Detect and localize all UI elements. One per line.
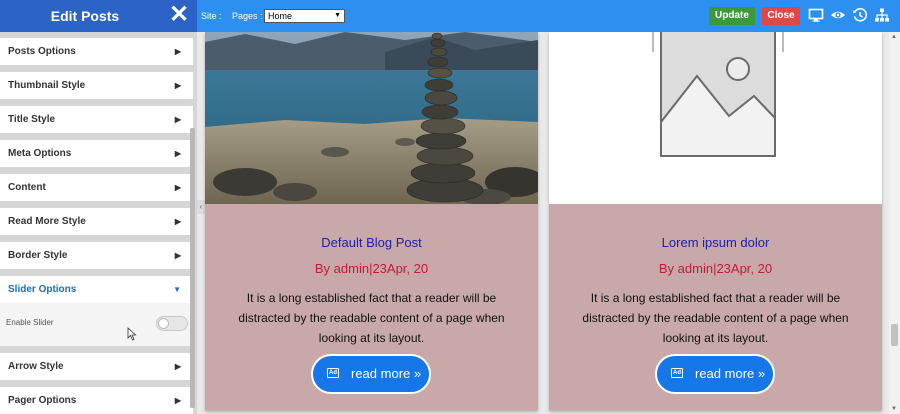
sidebar-item-label: Thumbnail Style [8,80,86,91]
mouse-cursor-icon [127,327,137,341]
sidebar-item-label: Content [8,182,46,193]
sidebar-item-arrow-style[interactable]: Arrow Style ▶ [0,353,193,380]
enable-slider-toggle[interactable] [156,316,188,331]
enable-slider-row: Enable Slider [0,303,193,346]
post-title[interactable]: Default Blog Post [205,235,538,250]
pages-select[interactable]: Home ▼ [264,9,345,23]
toggle-knob [158,318,169,329]
sidebar-item-label: Slider Options [8,284,77,295]
post-meta: By admin|23Apr, 20 [314,261,429,276]
page-scrollbar[interactable]: ▲ ▼ [889,32,900,414]
sidebar-item-label: Posts Options [8,46,76,57]
sidebar-item-label: Meta Options [8,148,72,159]
post-card: Default Blog Post By admin|23Apr, 20 It … [205,32,538,410]
chevron-right-icon: ▶ [174,183,181,192]
sidebar-item-read-more-style[interactable]: Read More Style ▶ [0,208,193,235]
read-more-label: read more » [695,366,766,381]
top-toolbar: Site : Pages : Home ▼ Update Close [197,0,900,32]
sidebar-item-label: Arrow Style [8,361,64,372]
chevron-right-icon: ▶ [174,217,181,226]
sidebar-item-label: Read More Style [8,216,86,227]
sidebar-item-content[interactable]: Content ▶ [0,174,193,201]
read-more-label: read more » [351,366,422,381]
post-title[interactable]: Lorem ipsum dolor [549,235,882,250]
post-card: Lorem ipsum dolor By admin|23Apr, 20 It … [549,32,882,410]
sidebar-item-label: Pager Options [8,395,77,406]
sidebar-item-label: Title Style [8,114,56,125]
sidebar-header: Edit Posts ✕ [0,0,197,32]
history-icon[interactable] [852,7,868,23]
stacked-stones-lake-photo [205,32,538,204]
sidebar-item-label: Border Style [8,250,68,261]
sidebar-item-pager-options[interactable]: Pager Options ▶ [0,387,193,414]
read-more-button[interactable]: Ad read more » [311,354,431,394]
ad-icon: Ad [671,368,683,378]
edit-posts-sidebar: Edit Posts ✕ Posts Options ▶ Thumbnail St… [0,0,197,414]
chevron-right-icon: ▶ [174,149,181,158]
close-icon[interactable]: ✕ [169,3,189,27]
sidebar-item-title-style[interactable]: Title Style ▶ [0,106,193,133]
scroll-up-icon[interactable]: ▲ [891,34,897,40]
pages-label: Pages : [232,11,263,21]
sidebar-title: Edit Posts [50,8,120,24]
chevron-down-icon: ▼ [173,285,181,294]
sidebar-accordion: Posts Options ▶ Thumbnail Style ▶ Title St… [0,38,193,414]
sidebar-item-meta-options[interactable]: Meta Options ▶ [0,140,193,167]
post-excerpt: It is a long established fact that a rea… [582,291,849,345]
sidebar-item-slider-options[interactable]: Slider Options ▼ [0,276,193,303]
eye-icon[interactable] [830,7,846,23]
monitor-icon[interactable] [808,7,824,23]
post-thumbnail [205,32,538,204]
chevron-right-icon: ▶ [174,251,181,260]
sidebar-item-posts-options[interactable]: Posts Options ▶ [0,38,193,65]
posts-preview-area: Default Blog Post By admin|23Apr, 20 It … [205,32,889,414]
site-label: Site : [201,11,222,21]
pages-select-value: Home [268,11,293,21]
enable-slider-label: Enable Slider [6,318,54,327]
placeholder-image-icon [652,32,784,157]
ad-icon: Ad [327,368,339,378]
sitemap-icon[interactable] [874,7,890,23]
sidebar-item-thumbnail-style[interactable]: Thumbnail Style ▶ [0,72,193,99]
post-excerpt: It is a long established fact that a rea… [238,291,505,345]
chevron-right-icon: ▶ [174,362,181,371]
read-more-button[interactable]: Ad read more » [655,354,775,394]
chevron-right-icon: ▶ [174,115,181,124]
post-thumbnail [549,32,882,204]
post-meta: By admin|23Apr, 20 [658,261,773,276]
sidebar-item-border-style[interactable]: Border Style ▶ [0,242,193,269]
close-button[interactable]: Close [762,7,800,25]
chevron-right-icon: ▶ [174,81,181,90]
sidebar-scrollbar[interactable] [190,128,195,408]
sidebar-collapse-handle[interactable]: ‹ [197,200,205,214]
scrollbar-thumb[interactable] [891,324,898,346]
chevron-right-icon: ▶ [174,396,181,405]
chevron-down-icon: ▼ [334,12,341,19]
scroll-down-icon[interactable]: ▼ [891,406,897,412]
update-button[interactable]: Update [709,7,755,25]
chevron-right-icon: ▶ [174,47,181,56]
